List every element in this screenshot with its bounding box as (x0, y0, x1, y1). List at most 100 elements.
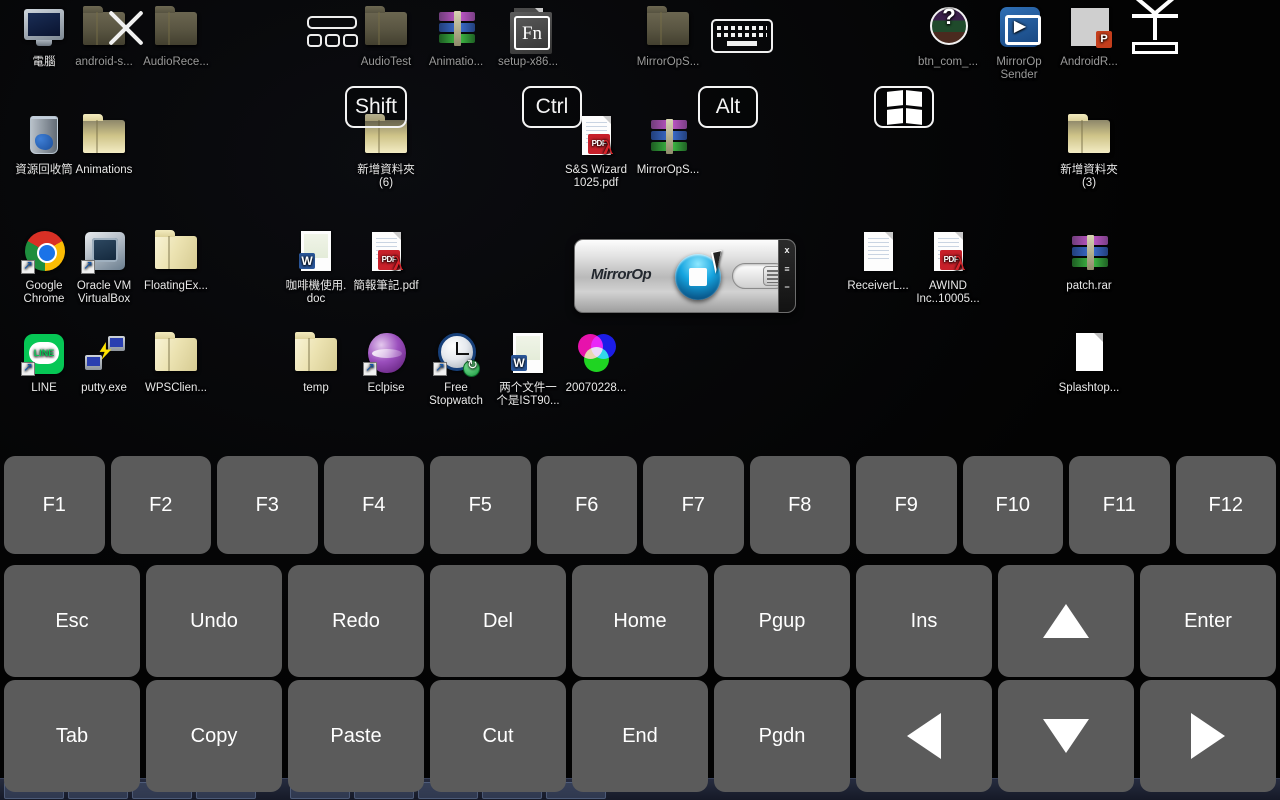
desktop-icon-new-folder-3[interactable]: 新增資料夾 (3) (1045, 112, 1133, 189)
modifier-key-alt[interactable]: Alt (698, 86, 758, 128)
mirrorop-window-controls: x ≡ − (778, 240, 795, 312)
windows-key[interactable] (874, 86, 934, 128)
key-label: Redo (332, 609, 380, 632)
key-label: Paste (330, 724, 382, 747)
desktop-icon-awind-inc-pdf[interactable]: PDF λ AWIND Inc..10005... (904, 228, 992, 305)
keyboard-key-del[interactable]: Del (430, 565, 566, 677)
keyboard-arrow-left[interactable] (856, 680, 992, 792)
keyboard-key-f11[interactable]: F11 (1069, 456, 1170, 554)
key-label: F5 (468, 493, 492, 516)
key-label: Ins (910, 609, 938, 632)
screen: 電腦 android-s... AudioRece... AudioTest Anima… (0, 0, 1280, 800)
arrow-up-icon (1043, 604, 1089, 638)
key-label: End (622, 724, 658, 747)
keyboard-key-enter[interactable]: Enter (1140, 565, 1276, 677)
upload-icon[interactable] (1124, 12, 1186, 56)
keyboard-arrow-up[interactable] (998, 565, 1134, 677)
desktop-icon-patch-rar[interactable]: patch.rar (1045, 228, 1133, 293)
presentation-note-pdf-icon: PDF λ (362, 228, 410, 276)
keyboard-key-redo[interactable]: Redo (288, 565, 424, 677)
keyboard-key-paste[interactable]: Paste (288, 680, 424, 792)
minimize-icon[interactable]: − (779, 282, 795, 292)
desktop-icon-overlay-x (82, 4, 170, 56)
key-label: Tab (55, 724, 89, 747)
modifier-key-ctrl[interactable]: Ctrl (522, 86, 582, 128)
awind-inc-pdf-icon: PDF λ (924, 228, 972, 276)
keyboard-key-copy[interactable]: Copy (146, 680, 282, 792)
keyboard-key-f9[interactable]: F9 (856, 456, 957, 554)
keyboard-key-f6[interactable]: F6 (536, 456, 637, 554)
temp-folder-icon (292, 330, 340, 378)
fn-label: Fn (514, 16, 550, 50)
key-label: F6 (575, 493, 599, 516)
key-label: Pgdn (758, 724, 806, 747)
keyboard-key-f1[interactable]: F1 (4, 456, 105, 554)
animations-folder-icon (80, 112, 128, 160)
key-label: Undo (190, 609, 238, 632)
keyboard-key-ins[interactable]: Ins (856, 565, 992, 677)
keyboard-arrow-down[interactable] (998, 680, 1134, 792)
key-label: Copy (190, 724, 238, 747)
keyboard-key-f5[interactable]: F5 (430, 456, 531, 554)
mirrorop-sender-app-icon (995, 4, 1043, 52)
desktop-icon-animations-folder[interactable]: Animations (60, 112, 148, 177)
mirrorop-floating-widget[interactable]: MirrorOp x ≡ − (574, 239, 796, 313)
keyboard-key-f4[interactable]: F4 (323, 456, 424, 554)
touchpad-icon[interactable] (303, 16, 361, 50)
desktop-icon-label: Animations (75, 164, 133, 176)
keyboard-key-f10[interactable]: F10 (962, 456, 1063, 554)
virtual-keyboard: F1 F2 F3 F4 F5 F6 F7 F8 F9 F10 F11 F12 Esc Undo Redo De… (0, 450, 1280, 800)
key-label: Pgup (758, 609, 806, 632)
close-x-icon (102, 4, 150, 52)
keyboard-key-f3[interactable]: F3 (217, 456, 318, 554)
keyboard-key-home[interactable]: Home (572, 565, 708, 677)
keyboard-arrow-right[interactable] (1140, 680, 1276, 792)
key-label: F1 (42, 493, 66, 516)
modifier-key-shift[interactable]: Shift (345, 86, 407, 128)
keyboard-icon[interactable] (711, 19, 773, 53)
desktop-icon-mirrorops-folder-1[interactable]: MirrorOpS... (624, 4, 712, 69)
desktop-icon-label: 新增資料夾 (3) (1060, 164, 1118, 189)
desktop-icon-splashtop-file[interactable]: Splashtop... (1045, 330, 1133, 395)
keyboard-key-cut[interactable]: Cut (430, 680, 566, 792)
keyboard-key-f8[interactable]: F8 (749, 456, 850, 554)
keyboard-key-undo[interactable]: Undo (146, 565, 282, 677)
desktop-icon-label: MirrorOpS... (636, 164, 700, 176)
oracle-vm-virtualbox-icon (80, 228, 128, 276)
desktop-icon-label: FloatingEx... (144, 280, 208, 292)
key-label: F8 (788, 493, 812, 516)
keyboard-key-pgdn[interactable]: Pgdn (714, 680, 850, 792)
windows-logo-icon (887, 90, 921, 124)
animation-archive-icon (432, 4, 480, 52)
desktop-icon-label: AWIND Inc..10005... (916, 280, 980, 305)
key-label: Enter (1184, 609, 1232, 632)
keyboard-key-f12[interactable]: F12 (1175, 456, 1276, 554)
menu-icon[interactable]: ≡ (779, 264, 795, 274)
desktop-icon-color-image-20070228[interactable]: 20070228... (552, 330, 640, 395)
desktop-icon-presentation-note-pdf[interactable]: PDF λ 簡報筆記.pdf (342, 228, 430, 293)
desktop-icon-androidr-ppt[interactable]: P AndroidR... (1045, 4, 1133, 69)
keyboard-key-end[interactable]: End (572, 680, 708, 792)
patch-rar-icon (1065, 228, 1113, 276)
fn-key-button[interactable]: Fn (508, 10, 556, 56)
desktop-icon-wpsclient-folder[interactable]: WPSClien... (132, 330, 220, 395)
keyboard-key-f7[interactable]: F7 (643, 456, 744, 554)
desktop-icon-label: 新增資料夾 (6) (357, 164, 415, 189)
keyboard-key-pgup[interactable]: Pgup (714, 565, 850, 677)
key-label: Del (482, 609, 513, 632)
key-label: F3 (255, 493, 279, 516)
keyboard-key-tab[interactable]: Tab (4, 680, 140, 792)
key-label: F12 (1208, 493, 1243, 516)
keyboard-key-esc[interactable]: Esc (4, 565, 140, 677)
keyboard-key-f2[interactable]: F2 (110, 456, 211, 554)
audiotest-folder-icon (362, 4, 410, 52)
desktop-icon-label: AndroidR... (1060, 56, 1118, 68)
close-icon[interactable]: x (779, 245, 795, 255)
free-stopwatch-icon (432, 330, 480, 378)
desktop-icon-floatingex-folder[interactable]: FloatingEx... (132, 228, 220, 293)
key-label: F7 (681, 493, 705, 516)
key-label: F2 (149, 493, 173, 516)
desktop-icon-label: MirrorOpS... (636, 56, 700, 68)
key-label: F9 (894, 493, 918, 516)
desktop-icon-label: patch.rar (1066, 280, 1112, 292)
